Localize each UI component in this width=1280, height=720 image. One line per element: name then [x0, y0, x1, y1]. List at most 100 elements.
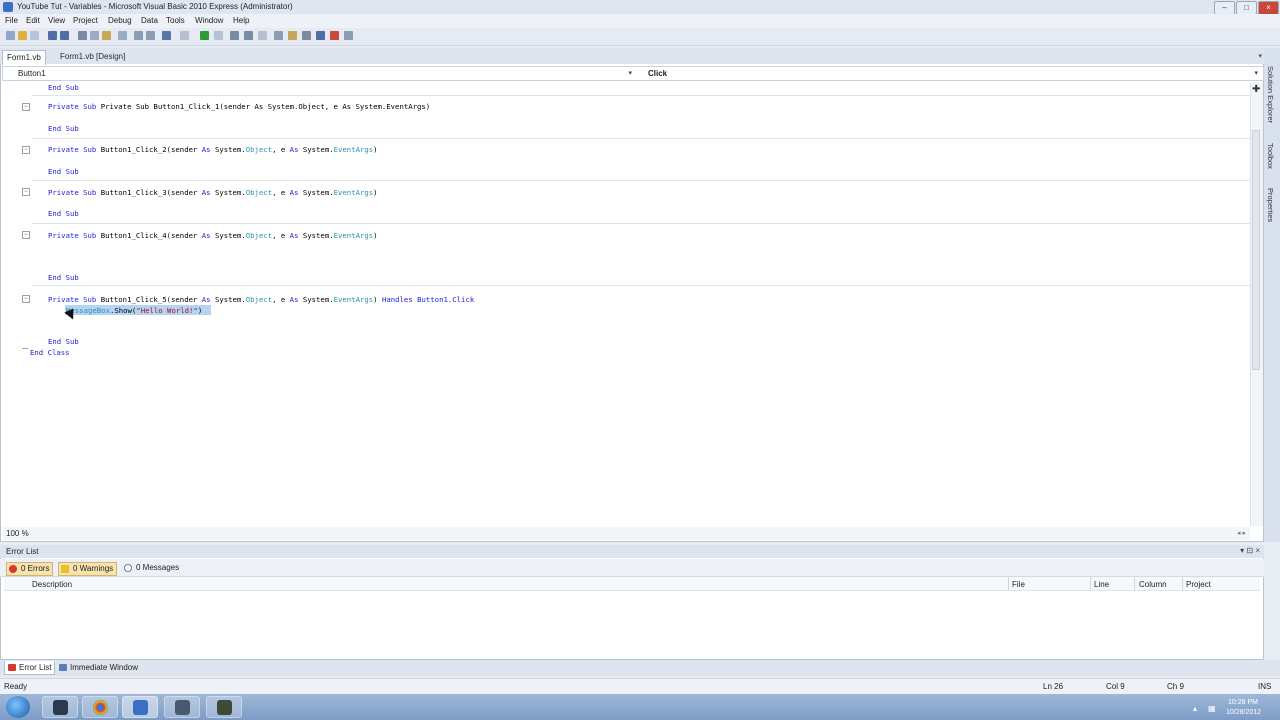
code-line-messagebox: MessageBox.Show("Hello World!") [66, 305, 202, 316]
code-token: End Class [30, 348, 70, 357]
method-separator [32, 180, 1250, 181]
minimize-button[interactable]: – [1214, 1, 1235, 15]
add-item-icon[interactable] [30, 31, 39, 40]
cut-icon[interactable] [78, 31, 87, 40]
code-line: Private Sub Button1_Click_3(sender As Sy… [48, 188, 378, 197]
tab-toolbox[interactable]: Toolbox [1266, 143, 1275, 169]
code-token: Private Sub Button1_Click_1(sender As Sy… [100, 102, 431, 111]
column-line[interactable]: Line [1094, 580, 1109, 589]
copy-icon[interactable] [90, 31, 99, 40]
code-token: .Show( [109, 306, 137, 315]
menu-data[interactable]: Data [141, 16, 158, 25]
collapse-icon[interactable]: − [22, 188, 30, 196]
save-all-icon[interactable] [60, 31, 69, 40]
menu-debug[interactable]: Debug [108, 16, 132, 25]
save-icon[interactable] [48, 31, 57, 40]
collapse-icon[interactable]: − [22, 231, 30, 239]
tab-form1-design[interactable]: Form1.vb [Design] [56, 50, 129, 64]
menu-project[interactable]: Project [73, 16, 98, 25]
split-editor-icon[interactable]: ✚ [1252, 84, 1260, 95]
method-separator [32, 138, 1250, 139]
clock-date[interactable]: 10/28/2012 [1226, 709, 1261, 716]
menu-tools[interactable]: Tools [166, 16, 185, 25]
taskbar-app[interactable] [206, 696, 242, 718]
column-column[interactable]: Column [1139, 580, 1167, 589]
scroll-left-icon[interactable]: ◂ ▸ [1237, 529, 1246, 537]
uncomment-icon[interactable] [146, 31, 155, 40]
comment-icon[interactable] [134, 31, 143, 40]
properties-icon[interactable] [288, 31, 297, 40]
paste-icon[interactable] [102, 31, 111, 40]
start-debugging-icon[interactable] [200, 31, 209, 40]
maximize-button[interactable]: □ [1236, 1, 1257, 15]
column-file[interactable]: File [1012, 580, 1025, 589]
new-project-icon[interactable] [6, 31, 15, 40]
redo-icon[interactable] [180, 31, 189, 40]
open-icon[interactable] [18, 31, 27, 40]
menu-view[interactable]: View [48, 16, 65, 25]
undo-icon[interactable] [162, 31, 171, 40]
window-title: YouTube Tut - Variables - Microsoft Visu… [17, 2, 293, 11]
code-token: End Sub [48, 337, 79, 346]
close-button[interactable]: × [1258, 1, 1279, 15]
code-token: Button1_Click_2 [100, 145, 167, 154]
menu-window[interactable]: Window [195, 16, 223, 25]
step-into-icon[interactable] [230, 31, 239, 40]
taskbar-app[interactable] [164, 696, 200, 718]
tab-form1-vb[interactable]: Form1.vb [2, 50, 46, 65]
class-name-label: Button1 [18, 69, 46, 78]
menu-edit[interactable]: Edit [26, 16, 40, 25]
info-icon [124, 564, 132, 572]
zoom-level[interactable]: 100 % [6, 529, 29, 538]
solution-explorer-icon[interactable] [274, 31, 283, 40]
step-over-icon[interactable] [244, 31, 253, 40]
code-token: Button1_Click_5 [100, 295, 167, 304]
menu-file[interactable]: File [5, 16, 18, 25]
menu-help[interactable]: Help [233, 16, 249, 25]
code-editor[interactable]: End Sub − Private Sub Private Sub Button… [2, 82, 1250, 526]
tab-solution-explorer[interactable]: Solution Explorer [1266, 66, 1275, 123]
method-separator [32, 285, 1250, 286]
code-line: End Sub [48, 272, 79, 283]
errors-filter-button[interactable]: 0 Errors [6, 562, 54, 576]
window-icon[interactable] [344, 31, 353, 40]
step-out-icon[interactable] [258, 31, 267, 40]
messages-filter-button[interactable]: 0 Messages [122, 562, 182, 574]
collapse-icon[interactable]: − [22, 103, 30, 111]
find-icon[interactable] [118, 31, 127, 40]
status-insert-mode: INS [1258, 682, 1272, 691]
clock-time[interactable]: 10:28 PM [1228, 699, 1258, 706]
code-token: "Hello World!" [136, 306, 198, 315]
toolbox-icon[interactable] [316, 31, 325, 40]
taskbar-visual-basic[interactable] [122, 696, 158, 718]
column-project[interactable]: Project [1186, 580, 1211, 589]
collapse-icon[interactable]: − [22, 146, 30, 154]
code-line: End Sub [48, 336, 79, 347]
panel-controls[interactable]: ▾ ⊡ × [1240, 546, 1260, 555]
collapse-icon[interactable]: − [22, 295, 30, 303]
tab-immediate-window[interactable]: Immediate Window [56, 661, 141, 674]
taskbar-app[interactable] [42, 696, 78, 718]
warning-icon [61, 565, 69, 573]
class-name-combo[interactable]: Button1 ▾ [4, 68, 632, 79]
tab-dropdown-icon[interactable]: ▾ [1258, 52, 1262, 60]
tab-error-list[interactable]: Error List [4, 661, 56, 675]
column-description[interactable]: Description [32, 580, 72, 589]
warnings-filter-button[interactable]: 0 Warnings [58, 562, 118, 576]
scrollbar-thumb[interactable] [1252, 130, 1260, 370]
error-list-icon[interactable] [330, 31, 339, 40]
stop-icon[interactable] [214, 31, 223, 40]
status-column: Col 9 [1106, 682, 1125, 691]
method-name-combo[interactable]: Click ▾ [636, 68, 1258, 79]
network-icon[interactable]: ▦ [1208, 704, 1216, 713]
code-token: End Sub [48, 124, 79, 133]
taskbar-chrome[interactable] [82, 696, 118, 718]
error-icon [9, 565, 17, 573]
object-browser-icon[interactable] [302, 31, 311, 40]
app-icon [53, 700, 68, 715]
error-filter-bar [0, 559, 1264, 577]
start-button[interactable] [6, 696, 30, 718]
tray-arrow-icon[interactable]: ▴ [1193, 704, 1197, 713]
code-line: End Sub [48, 166, 79, 177]
tab-properties[interactable]: Properties [1266, 188, 1275, 222]
